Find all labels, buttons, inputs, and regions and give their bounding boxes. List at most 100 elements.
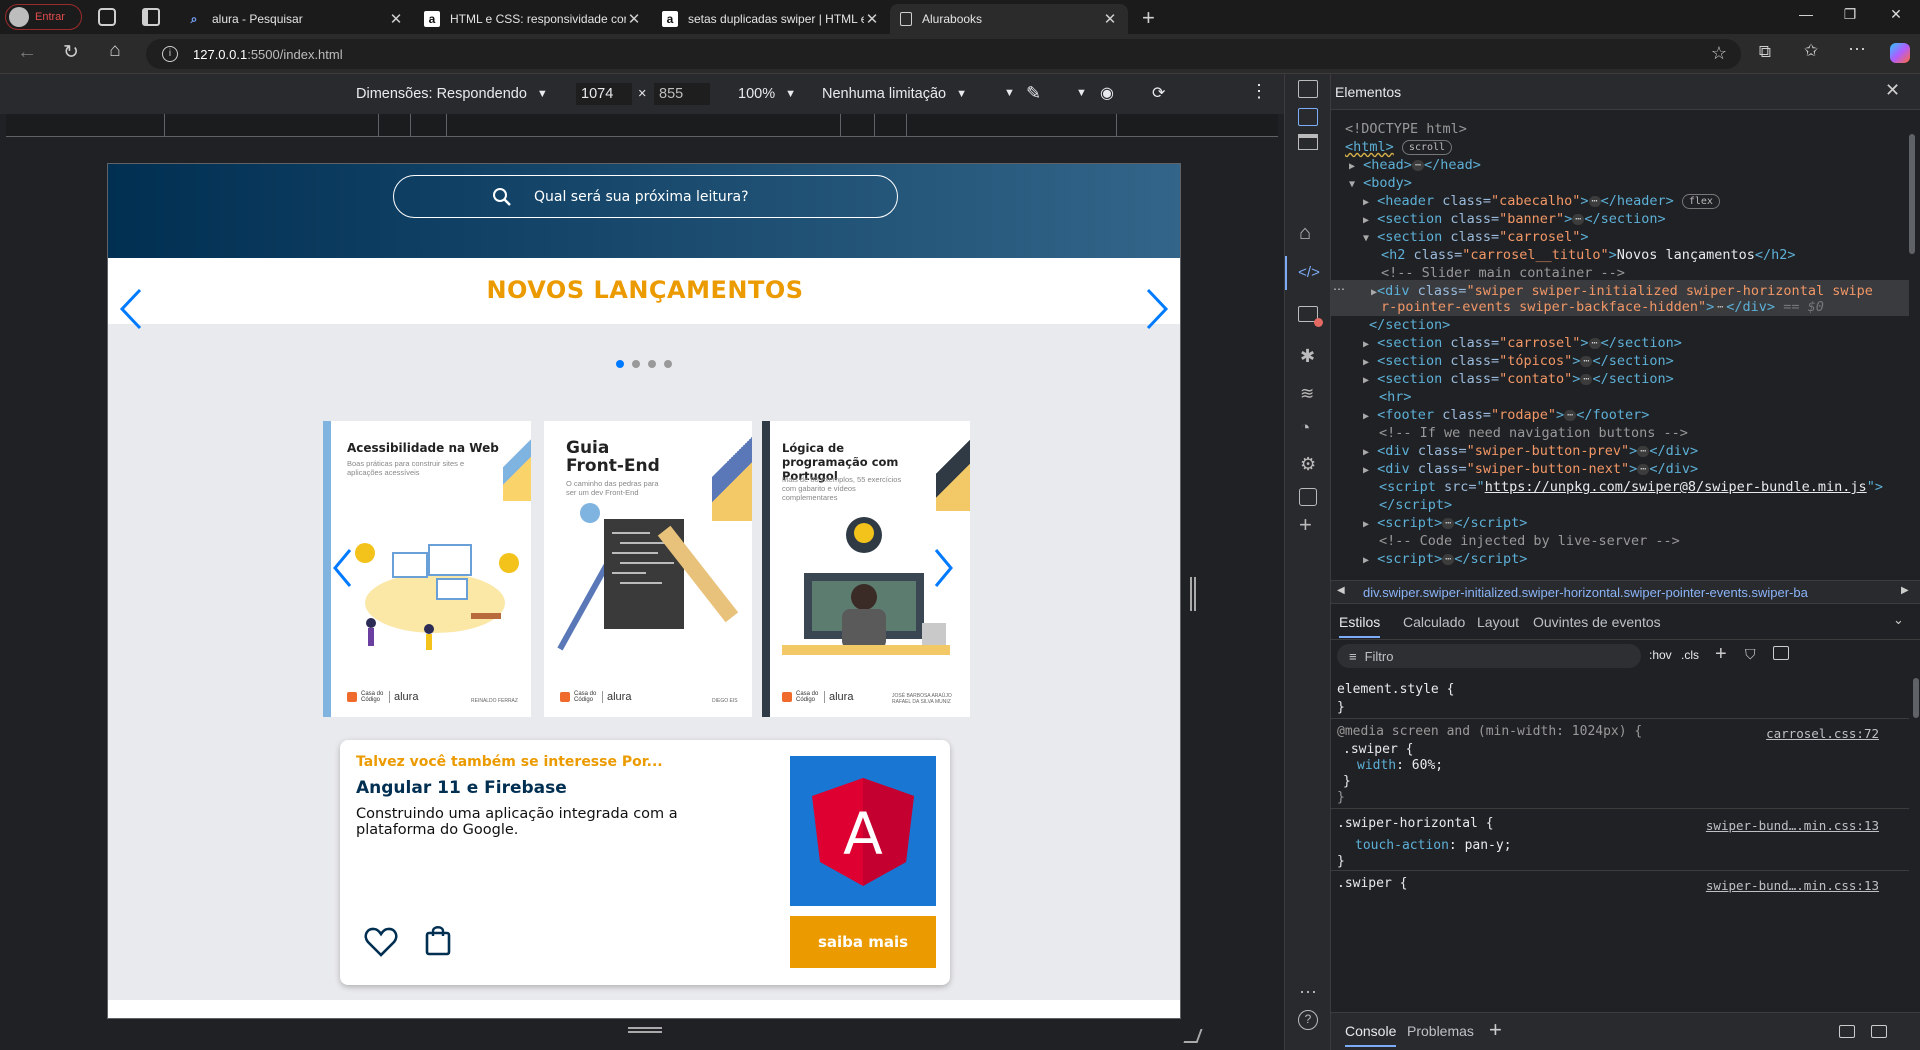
caret-down-icon[interactable]: ▼ — [1076, 87, 1087, 99]
pagination-bullet[interactable] — [632, 360, 640, 368]
tab-layout[interactable]: Layout — [1477, 604, 1519, 640]
search-input[interactable]: Qual será sua próxima leitura? — [393, 175, 898, 218]
pagination-bullet-active[interactable] — [616, 360, 624, 368]
address-bar[interactable]: i 127.0.0.1:5500/index.html ☆ — [146, 39, 1741, 69]
elements-code-icon[interactable]: </> — [1285, 256, 1331, 290]
rule-source-link[interactable]: swiper-bund….min.css:13 — [1706, 878, 1879, 893]
new-rule-plus-icon[interactable]: + — [1715, 643, 1727, 666]
breadcrumb-path[interactable]: div.swiper.swiper-initialized.swiper-hor… — [1363, 585, 1887, 600]
vertical-tabs-icon[interactable] — [142, 8, 160, 26]
paint-bucket-icon[interactable]: ⛉ — [1745, 646, 1756, 663]
rule-source-link[interactable]: swiper-bund….min.css:13 — [1706, 818, 1879, 833]
swiper-next-arrow-outer[interactable] — [1142, 286, 1172, 332]
sources-bug-icon[interactable]: ✱ — [1300, 346, 1315, 367]
caret-down-icon[interactable]: ▼ — [1004, 87, 1015, 99]
hov-toggle[interactable]: :hov — [1649, 648, 1672, 662]
resize-handle-right[interactable] — [1190, 577, 1196, 611]
tab-html-css[interactable]: a HTML e CSS: responsividade com ✕ — [414, 4, 652, 34]
chevron-down-icon[interactable]: ⌄ — [1893, 612, 1904, 628]
breadcrumb-right-icon[interactable]: ▶ — [1901, 585, 1909, 596]
tab-console[interactable]: Console — [1345, 1013, 1397, 1047]
network-wifi-icon[interactable]: ≋ — [1300, 384, 1314, 404]
tab-setas-duplicadas[interactable]: a setas duplicadas swiper | HTML e ✕ — [652, 4, 890, 34]
rule-media[interactable]: @media screen and (min-width: 1024px) { — [1337, 724, 1642, 739]
new-tab-icon[interactable]: + — [1142, 5, 1155, 31]
swiper-next-arrow[interactable] — [930, 546, 956, 590]
swiper-prev-arrow[interactable] — [330, 546, 356, 590]
close-devtools-icon[interactable]: ✕ — [1885, 80, 1900, 101]
filter-input[interactable]: ≡ Filtro — [1337, 644, 1641, 668]
tab-alura-search[interactable]: ⌕ alura - Pesquisar ✕ — [176, 4, 414, 34]
favorites-icon[interactable]: ✩ — [1800, 41, 1822, 63]
settings-gear-icon[interactable]: ⚙ — [1300, 454, 1316, 475]
more-menu-icon[interactable]: ⋯ — [1846, 39, 1868, 61]
back-icon[interactable]: ← — [16, 41, 38, 63]
rotate-icon[interactable]: ⟳ — [1152, 83, 1165, 103]
more-tools-plus-icon[interactable]: + — [1299, 512, 1312, 538]
toggle-sidebar-icon[interactable] — [1773, 646, 1789, 660]
site-info-icon[interactable]: i — [162, 46, 178, 62]
rule-declaration[interactable]: width: 60%; — [1357, 758, 1443, 773]
resize-handle-bottom[interactable] — [628, 1027, 662, 1033]
swiper-prev-arrow-outer[interactable] — [116, 286, 146, 332]
more-options-icon[interactable]: ⋮ — [1250, 81, 1268, 102]
copilot-icon[interactable] — [1890, 43, 1910, 63]
close-tab-icon[interactable]: ✕ — [864, 10, 880, 28]
expand-drawer-icon[interactable] — [1839, 1025, 1855, 1038]
reload-icon[interactable]: ↻ — [60, 41, 82, 63]
welcome-home-icon[interactable]: ⌂ — [1299, 222, 1311, 245]
width-input[interactable]: 1074 — [576, 83, 632, 105]
tab-ouvintes[interactable]: Ouvintes de eventos — [1533, 604, 1661, 640]
heart-icon[interactable] — [364, 926, 398, 958]
book-cover[interactable]: Guia Front-End O caminho das pedras para… — [544, 421, 752, 717]
profile-button[interactable]: Entrar — [5, 4, 82, 30]
pagination-bullet[interactable] — [648, 360, 656, 368]
zoom-select[interactable]: 100% ▼ — [738, 86, 796, 102]
performance-icon[interactable]: ◔ — [1300, 418, 1310, 438]
favorite-star-icon[interactable]: ☆ — [1711, 43, 1727, 64]
close-drawer-icon[interactable] — [1871, 1025, 1887, 1038]
close-window-icon[interactable]: ✕ — [1884, 6, 1908, 28]
help-icon[interactable]: ? — [1298, 1010, 1318, 1030]
rule-selector[interactable]: .swiper-horizontal { — [1337, 816, 1494, 831]
flex-badge[interactable]: flex — [1681, 193, 1720, 209]
media-query-ruler[interactable] — [6, 114, 1278, 137]
cls-toggle[interactable]: .cls — [1681, 648, 1699, 662]
rule-source-link[interactable]: carrosel.css:72 — [1766, 726, 1879, 741]
close-tab-icon[interactable]: ✕ — [388, 10, 404, 28]
workspaces-icon[interactable] — [98, 8, 116, 26]
inspect-icon[interactable] — [1298, 80, 1318, 98]
tab-calculado[interactable]: Calculado — [1403, 604, 1465, 640]
height-input[interactable]: 855 — [654, 83, 710, 105]
tab-alurabooks[interactable]: Alurabooks ✕ — [890, 4, 1128, 34]
close-tab-icon[interactable]: ✕ — [1102, 10, 1118, 28]
resize-corner-icon[interactable] — [1183, 1029, 1203, 1043]
tab-problemas[interactable]: Problemas — [1407, 1013, 1474, 1049]
rule-element-style[interactable]: element.style { — [1337, 682, 1454, 697]
minimize-icon[interactable]: — — [1794, 6, 1818, 28]
eyedropper-icon[interactable]: ✎ — [1026, 83, 1041, 104]
saiba-mais-button[interactable]: saiba mais — [790, 916, 936, 968]
device-toggle-icon[interactable] — [1298, 108, 1318, 126]
rule-selector[interactable]: .swiper { — [1337, 876, 1407, 891]
rule-declaration[interactable]: touch-action: pan-y; — [1355, 838, 1512, 853]
tab-estilos[interactable]: Estilos — [1339, 604, 1381, 638]
extensions-icon[interactable]: ⧉ — [1754, 42, 1776, 64]
pagination-bullet[interactable] — [664, 360, 672, 368]
vision-deficiency-icon[interactable]: ◉ — [1100, 83, 1114, 103]
dock-icon[interactable] — [1298, 134, 1318, 150]
home-icon[interactable]: ⌂ — [104, 40, 126, 62]
dimensions-select[interactable]: Dimensões: Respondendo ▼ — [356, 86, 548, 102]
add-drawer-tab-icon[interactable]: + — [1489, 1017, 1502, 1043]
dom-scrollbar[interactable] — [1909, 114, 1917, 572]
styles-rules[interactable]: element.style { } @media screen and (min… — [1331, 672, 1909, 992]
throttle-select[interactable]: Nenhuma limitação ▼ — [822, 86, 967, 102]
dom-selected-line[interactable]: ⋯ ▶<div class="swiper swiper-initialized… — [1331, 280, 1909, 316]
styles-scrollbar[interactable] — [1913, 678, 1919, 718]
dom-tree[interactable]: <!DOCTYPE html> <html> scroll ▶ <head> ⋯ <… — [1331, 110, 1909, 580]
breadcrumb-left-icon[interactable]: ◀ — [1337, 585, 1345, 596]
rule-selector[interactable]: .swiper { — [1343, 742, 1413, 757]
scroll-badge[interactable]: scroll — [1401, 139, 1453, 155]
more-tools-icon[interactable]: ⋯ — [1299, 982, 1317, 1003]
dom-line[interactable]: ▶ <script> ⋯ </script> — [1331, 548, 1527, 570]
